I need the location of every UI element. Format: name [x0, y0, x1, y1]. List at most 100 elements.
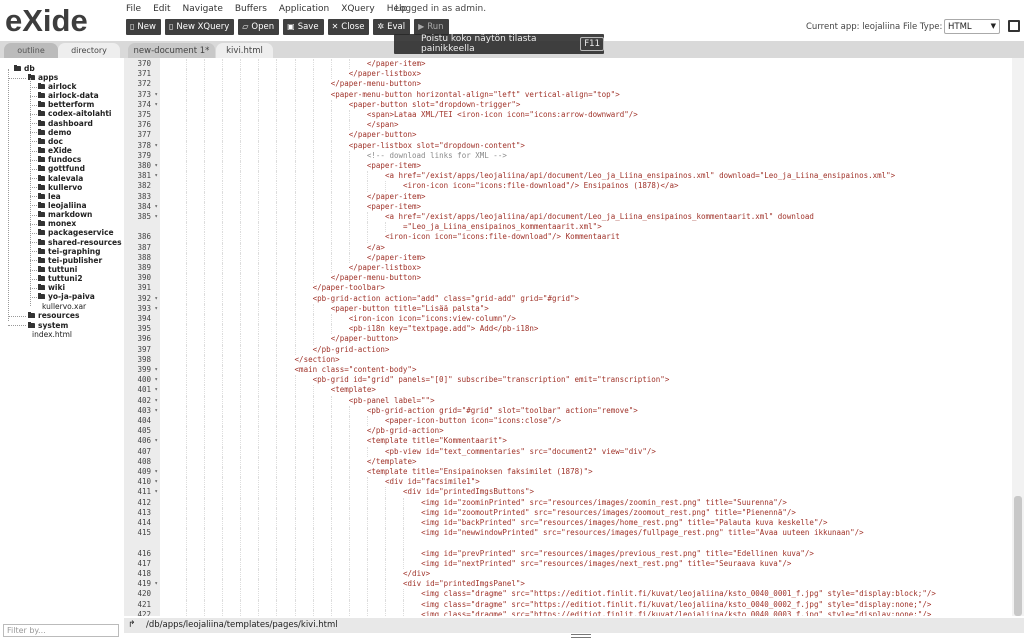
- tree-item-gottfund[interactable]: gottfund: [38, 164, 85, 173]
- indent-guide: [384, 528, 386, 539]
- tree-item-shared-resources[interactable]: shared-resources: [38, 238, 122, 247]
- vertical-scrollbar[interactable]: [1012, 58, 1024, 616]
- tree-item-wiki[interactable]: wiki: [38, 283, 65, 292]
- menu-buffers[interactable]: Buffers: [235, 4, 267, 16]
- menu-file[interactable]: File: [126, 4, 141, 16]
- tree-item-eXide[interactable]: eXide: [38, 146, 72, 155]
- tree-guide-line: [30, 187, 37, 189]
- indent-guide: [258, 528, 260, 539]
- fold-arrow-icon[interactable]: ▾: [154, 436, 158, 446]
- menu-application[interactable]: Application: [279, 4, 329, 16]
- filter-input[interactable]: Filter by...: [3, 624, 119, 637]
- fold-arrow-icon[interactable]: ▾: [154, 396, 158, 406]
- fold-arrow-icon[interactable]: ▾: [154, 90, 158, 100]
- code-line: <span>Lataa XML/TEI <iron-icon icon="ico…: [366, 110, 638, 119]
- run-button[interactable]: ▶ Run: [414, 19, 449, 35]
- tree-item-leojaliina[interactable]: leojaliina: [38, 201, 87, 210]
- tree-item-markdown[interactable]: markdown: [38, 210, 92, 219]
- tree-item-airlock[interactable]: airlock: [38, 82, 77, 91]
- close-button[interactable]: ✕ Close: [327, 19, 370, 35]
- indent-guide: [204, 222, 206, 233]
- file-type-select[interactable]: HTML ▼: [944, 19, 1000, 34]
- tab-directory[interactable]: directory: [58, 43, 120, 58]
- tree-item-packageservice[interactable]: packageservice: [38, 228, 114, 237]
- fold-arrow-icon[interactable]: ▾: [154, 304, 158, 314]
- line-number-text: 374: [137, 99, 151, 109]
- line-number: 419 ▾: [124, 579, 160, 589]
- tree-item-doc[interactable]: doc: [38, 137, 63, 146]
- save-icon: ▣: [287, 22, 295, 31]
- fold-arrow-icon[interactable]: ▾: [154, 477, 158, 487]
- fullscreen-icon[interactable]: [1008, 20, 1020, 32]
- tree-item-kalevala[interactable]: kalevala: [38, 174, 83, 183]
- code-line: <pb-panel label="">: [348, 395, 435, 405]
- indent-guide: [186, 171, 188, 182]
- fold-arrow-icon[interactable]: ▾: [154, 202, 158, 212]
- tree-item-db[interactable]: db: [14, 64, 35, 73]
- tree-item-tei-publisher[interactable]: tei-publisher: [38, 256, 102, 265]
- fold-arrow-icon[interactable]: ▾: [154, 375, 158, 385]
- menu-navigate[interactable]: Navigate: [183, 4, 223, 16]
- tree-item-fundocs[interactable]: fundocs: [38, 155, 81, 164]
- fold-arrow-icon[interactable]: ▾: [154, 161, 158, 171]
- tree-item-demo[interactable]: demo: [38, 128, 71, 137]
- new-xquery-button[interactable]: ▯ New XQuery: [164, 19, 235, 35]
- open-button[interactable]: ▱ Open: [238, 19, 280, 35]
- menu-xquery[interactable]: XQuery: [341, 4, 375, 16]
- tab-kivi-html[interactable]: kivi.html: [216, 43, 273, 58]
- tree-label: apps: [38, 73, 59, 82]
- fold-arrow-icon[interactable]: ▾: [154, 385, 158, 395]
- tab-outline[interactable]: outline: [4, 43, 58, 58]
- tree-item-yo-ja-paiva[interactable]: yo-ja-paiva: [38, 292, 95, 301]
- folder-icon: [38, 192, 45, 199]
- indent-guide: [330, 589, 332, 600]
- indent-guide: [366, 528, 368, 539]
- tree-item-kullervo-xar[interactable]: kullervo.xar: [42, 302, 86, 311]
- tree-item-resources[interactable]: resources: [28, 311, 79, 320]
- fold-arrow-icon[interactable]: ▾: [154, 487, 158, 497]
- tree-item-monex[interactable]: monex: [38, 219, 76, 228]
- eval-button[interactable]: ✲ Eval: [373, 19, 411, 35]
- fold-arrow-icon[interactable]: ▾: [154, 467, 158, 477]
- resize-grip-icon[interactable]: [571, 634, 591, 638]
- fold-arrow-icon[interactable]: ▾: [154, 579, 158, 589]
- fold-arrow-icon[interactable]: ▾: [154, 100, 158, 110]
- indent-guide: [312, 324, 314, 335]
- save-button[interactable]: ▣ Save: [283, 19, 324, 35]
- indent-guide: [222, 334, 224, 345]
- fold-arrow-icon[interactable]: ▾: [154, 406, 158, 416]
- tree-item-airlock-data[interactable]: airlock-data: [38, 91, 99, 100]
- fold-arrow-icon[interactable]: ▾: [154, 365, 158, 375]
- new-button[interactable]: ▯ New: [126, 19, 161, 35]
- indent-guide: [330, 252, 332, 263]
- tree-item-tuttuni[interactable]: tuttuni: [38, 265, 77, 274]
- menu-edit[interactable]: Edit: [153, 4, 170, 16]
- indent-guide: [348, 201, 350, 212]
- tree-item-codex-aitolahti[interactable]: codex-aitolahti: [38, 109, 112, 118]
- fold-arrow-icon[interactable]: ▾: [154, 171, 158, 181]
- line-number: 406 ▾: [124, 436, 160, 446]
- tree-item-betterform[interactable]: betterform: [38, 100, 94, 109]
- indent-guide: [384, 518, 386, 529]
- tree-item-apps[interactable]: apps: [28, 73, 58, 82]
- tree-item-index-html[interactable]: index.html: [32, 330, 72, 339]
- indent-guide: [258, 569, 260, 580]
- tree-item-tei-graphing[interactable]: tei-graphing: [38, 247, 100, 256]
- fold-arrow-icon[interactable]: ▾: [154, 294, 158, 304]
- tree-item-lea[interactable]: lea: [38, 192, 61, 201]
- code-editor[interactable]: 370 </paper-item> 371 </paper-listbox> 372 </…: [124, 58, 1012, 616]
- line-number: 372: [124, 79, 160, 89]
- tab-new-document[interactable]: new-document 1*: [128, 43, 215, 58]
- line-number-text: 398: [137, 354, 151, 364]
- indent-guide: [312, 181, 314, 192]
- fold-arrow-icon[interactable]: ▾: [154, 212, 158, 222]
- tree-item-dashboard[interactable]: dashboard: [38, 119, 93, 128]
- tree-item-system[interactable]: system: [28, 321, 68, 330]
- fold-arrow-icon[interactable]: ▾: [154, 141, 158, 151]
- indent-guide: [330, 538, 332, 549]
- scrollbar-thumb[interactable]: [1014, 496, 1022, 616]
- share-arrow-icon[interactable]: ↱: [128, 620, 136, 630]
- tree-item-kullervo[interactable]: kullervo: [38, 183, 82, 192]
- tree-item-tuttuni2[interactable]: tuttuni2: [38, 274, 83, 283]
- indent-guide: [222, 150, 224, 161]
